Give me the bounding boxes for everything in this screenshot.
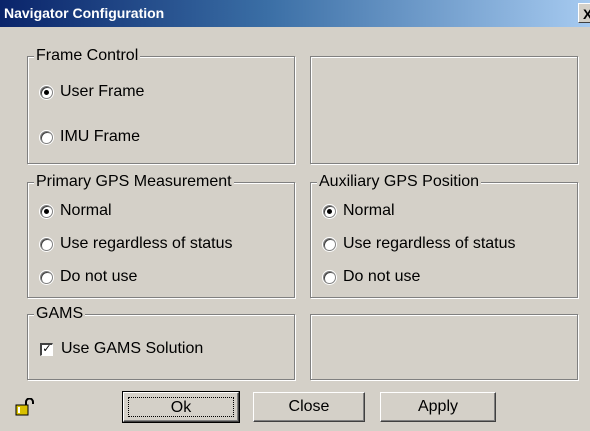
title-bar: Navigator Configuration X: [0, 0, 590, 27]
radio-indicator[interactable]: [40, 204, 53, 218]
radio-label: Normal: [343, 202, 395, 219]
gams-legend: GAMS: [34, 305, 86, 323]
radio-primary-normal[interactable]: Normal: [40, 201, 112, 221]
apply-button[interactable]: Apply: [380, 392, 496, 422]
empty-group-top: [310, 56, 578, 164]
radio-indicator[interactable]: [40, 270, 53, 284]
radio-label: IMU Frame: [60, 128, 140, 145]
radio-indicator[interactable]: [323, 270, 336, 284]
radio-imu-frame[interactable]: IMU Frame: [40, 127, 140, 147]
radio-indicator[interactable]: [40, 237, 53, 251]
radio-indicator[interactable]: [323, 204, 336, 218]
primary-gps-group: Primary GPS Measurement Normal Use regar…: [27, 173, 295, 298]
checkbox-indicator[interactable]: ✓: [40, 342, 53, 356]
gams-group: GAMS ✓ Use GAMS Solution: [27, 305, 295, 380]
radio-aux-normal[interactable]: Normal: [323, 201, 395, 221]
auxiliary-gps-legend: Auxiliary GPS Position: [317, 173, 482, 191]
close-window-button[interactable]: X: [578, 3, 590, 23]
empty-group-bottom: [310, 314, 578, 380]
frame-control-legend: Frame Control: [34, 47, 141, 65]
radio-label: Use regardless of status: [343, 235, 516, 252]
radio-indicator[interactable]: [40, 85, 53, 99]
window-title: Navigator Configuration: [4, 5, 165, 21]
radio-primary-regardless[interactable]: Use regardless of status: [40, 234, 233, 254]
radio-label: Do not use: [343, 268, 421, 285]
lock-open-icon[interactable]: [15, 398, 37, 416]
primary-gps-legend: Primary GPS Measurement: [34, 173, 234, 191]
frame-control-group: Frame Control User Frame IMU Frame: [27, 47, 295, 164]
radio-primary-do-not-use[interactable]: Do not use: [40, 267, 137, 287]
radio-label: Normal: [60, 202, 112, 219]
radio-aux-regardless[interactable]: Use regardless of status: [323, 234, 516, 254]
auxiliary-gps-group: Auxiliary GPS Position Normal Use regard…: [310, 173, 578, 298]
checkbox-use-gams[interactable]: ✓ Use GAMS Solution: [40, 339, 203, 359]
radio-label: User Frame: [60, 83, 145, 100]
radio-aux-do-not-use[interactable]: Do not use: [323, 267, 420, 287]
ok-button-label: Ok: [128, 397, 234, 417]
radio-user-frame[interactable]: User Frame: [40, 82, 144, 102]
radio-label: Do not use: [60, 268, 138, 285]
radio-indicator[interactable]: [323, 237, 336, 251]
checkbox-label: Use GAMS Solution: [61, 340, 204, 357]
ok-button[interactable]: Ok: [122, 391, 240, 423]
close-button[interactable]: Close: [253, 392, 365, 422]
radio-indicator[interactable]: [40, 130, 53, 144]
radio-label: Use regardless of status: [60, 235, 233, 252]
